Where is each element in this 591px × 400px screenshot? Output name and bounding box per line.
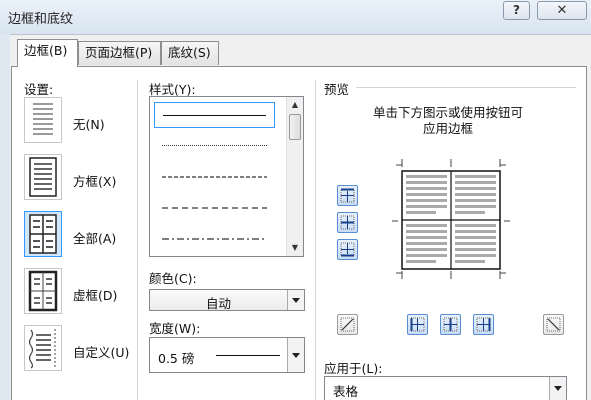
diagonal-up-icon (340, 317, 355, 332)
color-heading: 颜色(C): (149, 271, 197, 286)
column-divider (137, 80, 138, 400)
style-listbox[interactable]: ▲ ▼ (149, 96, 304, 257)
tab-page-border[interactable]: 页面边框(P) (78, 41, 161, 65)
border-bottom-icon (340, 242, 355, 257)
diagonal-down-icon (546, 317, 561, 332)
setting-custom-label: 自定义(U) (73, 345, 130, 360)
preview-divider (356, 87, 576, 88)
apply-to-dropdown[interactable]: 表格 (324, 376, 567, 400)
border-inside-v-button[interactable] (440, 314, 461, 335)
chevron-down-icon[interactable] (549, 377, 566, 400)
setting-all-label: 全部(A) (73, 231, 117, 246)
border-all-icon (29, 214, 57, 254)
border-inside-h-button[interactable] (337, 212, 358, 233)
border-bottom-button[interactable] (337, 239, 358, 260)
close-button[interactable]: ✕ (537, 1, 587, 20)
setting-all-button[interactable] (24, 211, 62, 257)
preview-diagram[interactable] (382, 159, 520, 279)
width-dropdown[interactable]: 0.5 磅 (149, 337, 305, 373)
apply-to-value: 表格 (333, 384, 359, 399)
preview-hint-line2: 应用边框 (423, 121, 474, 136)
setting-grid-label: 虚框(D) (73, 288, 118, 303)
tab-borders[interactable]: 边框(B) (17, 39, 78, 67)
scroll-thumb[interactable] (289, 114, 301, 140)
border-right-icon (476, 317, 491, 332)
scroll-down-arrow[interactable]: ▼ (287, 240, 303, 256)
title-bar: 边框和底纹 ? ✕ (0, 0, 591, 34)
border-box-icon (29, 157, 57, 197)
setting-box-label: 方框(X) (73, 174, 117, 189)
width-line-sample (216, 355, 280, 356)
tab-shading[interactable]: 底纹(S) (161, 41, 219, 65)
setting-box-button[interactable] (24, 154, 62, 200)
scroll-up-arrow[interactable]: ▲ (287, 97, 303, 113)
border-left-button[interactable] (407, 314, 428, 335)
border-top-button[interactable] (337, 185, 358, 206)
help-button[interactable]: ? (503, 1, 530, 20)
settings-heading: 设置: (24, 82, 54, 97)
apply-to-heading: 应用于(L): (324, 361, 383, 376)
width-value: 0.5 磅 (158, 351, 195, 366)
style-scrollbar[interactable]: ▲ ▼ (286, 97, 303, 256)
border-diagonal-up-button[interactable] (337, 314, 358, 335)
border-left-icon (410, 317, 425, 332)
border-none-icon (33, 103, 53, 135)
color-dropdown[interactable]: 自动 (149, 289, 305, 311)
setting-custom-button[interactable] (24, 325, 62, 371)
preview-heading: 预览 (324, 82, 350, 97)
width-heading: 宽度(W): (149, 321, 201, 336)
color-value: 自动 (206, 296, 232, 311)
border-inside-horizontal-icon (340, 215, 355, 230)
border-top-icon (340, 188, 355, 203)
style-option-dashed-fine[interactable] (154, 164, 275, 190)
border-grid-icon (28, 270, 58, 312)
setting-grid-button[interactable] (24, 268, 62, 314)
chevron-down-icon[interactable] (287, 338, 304, 372)
table-preview-icon (392, 159, 510, 279)
border-inside-vertical-icon (443, 317, 458, 332)
border-custom-icon (28, 329, 56, 369)
style-option-solid[interactable] (154, 102, 275, 128)
window-title: 边框和底纹 (8, 12, 74, 27)
chevron-down-icon[interactable] (287, 290, 304, 310)
setting-none-button[interactable] (24, 97, 62, 143)
style-option-dash-dot[interactable] (154, 226, 275, 252)
setting-none-label: 无(N) (73, 117, 105, 132)
border-right-button[interactable] (473, 314, 494, 335)
style-option-dashed[interactable] (154, 195, 275, 221)
border-diagonal-down-button[interactable] (543, 314, 564, 335)
style-option-dotted[interactable] (154, 133, 275, 159)
column-divider (315, 80, 316, 400)
